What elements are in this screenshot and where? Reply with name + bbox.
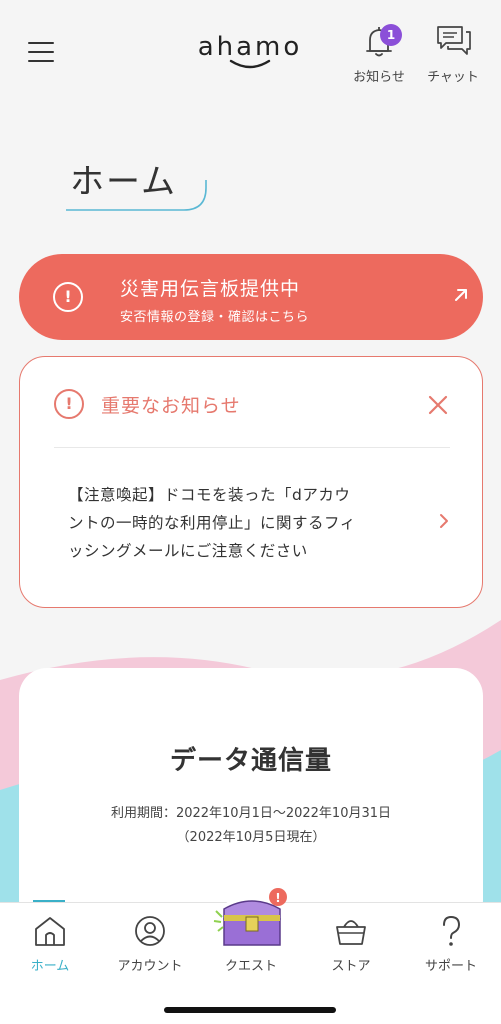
- account-icon: [135, 916, 165, 946]
- notice-message-line: 【注意喚起】ドコモを装った「dアカウ: [68, 486, 351, 504]
- notice-message-line: ッシングメールにご注意ください: [68, 542, 308, 560]
- notice-message-line: ントの一時的な利用停止」に関するフィ: [68, 514, 356, 532]
- chat-bubbles-icon: [437, 26, 471, 55]
- alert-icon: !: [54, 389, 84, 419]
- notification-badge: 1: [380, 24, 402, 46]
- notifications-button[interactable]: 1 お知らせ: [344, 24, 414, 86]
- page-title: ホーム: [70, 162, 177, 202]
- chat-button[interactable]: チャット: [418, 24, 488, 86]
- close-icon[interactable]: [426, 393, 450, 417]
- tab-quest[interactable]: ! クエスト: [206, 888, 296, 979]
- disaster-banner-title: 災害用伝言板提供中: [120, 278, 301, 300]
- alert-icon: !: [53, 282, 83, 312]
- chevron-right-icon: [440, 514, 448, 528]
- notice-title: 重要なお知らせ: [101, 395, 241, 417]
- tab-store[interactable]: ストア: [306, 915, 396, 979]
- disaster-message-board-banner[interactable]: ! 災害用伝言板提供中 安否情報の登録・確認はこちら: [19, 254, 483, 340]
- data-usage-title: データ通信量: [169, 746, 332, 776]
- ahamo-logo[interactable]: ahamo: [193, 32, 307, 74]
- home-icon: [35, 917, 65, 946]
- logo-text: ahamo: [197, 32, 303, 62]
- app-header: ahamo 1 お知らせ チャット: [0, 0, 501, 100]
- bottom-tab-bar: ホーム アカウント ! クエスト ストア サポート: [0, 888, 501, 1024]
- logo-smile-icon: [229, 59, 271, 69]
- disaster-banner-subtitle: 安否情報の登録・確認はこちら: [120, 310, 310, 325]
- tab-home-label: ホーム: [30, 959, 70, 974]
- hamburger-menu-icon[interactable]: [28, 42, 54, 62]
- treasure-chest-icon: !: [213, 888, 290, 955]
- notifications-label: お知らせ: [353, 70, 405, 85]
- notice-message-link[interactable]: 【注意喚起】ドコモを装った「dアカウ ントの一時的な利用停止」に関するフィ ッシ…: [68, 481, 428, 565]
- tab-store-label: ストア: [331, 959, 371, 974]
- home-indicator[interactable]: [164, 1007, 336, 1013]
- shopping-basket-icon: [336, 920, 366, 945]
- tab-support-label: サポート: [424, 959, 477, 974]
- page-title-block: ホーム: [66, 150, 208, 212]
- divider: [54, 447, 450, 448]
- important-notice-card: ! 重要なお知らせ 【注意喚起】ドコモを装った「dアカウ ントの一時的な利用停止…: [19, 356, 483, 608]
- tab-quest-label: クエスト: [224, 959, 277, 974]
- svg-text:!: !: [275, 891, 280, 905]
- tab-support[interactable]: サポート: [406, 915, 496, 979]
- tab-home[interactable]: ホーム: [5, 915, 95, 979]
- tab-account[interactable]: アカウント: [105, 915, 195, 979]
- chat-label: チャット: [427, 70, 479, 85]
- question-icon: [443, 915, 461, 946]
- tab-account-label: アカウント: [117, 959, 183, 974]
- usage-period: 利用期間：2022年10月1日〜2022年10月31日: [110, 806, 392, 821]
- usage-as-of-date: （2022年10月5日現在）: [176, 830, 326, 845]
- external-arrow-icon: [455, 289, 467, 301]
